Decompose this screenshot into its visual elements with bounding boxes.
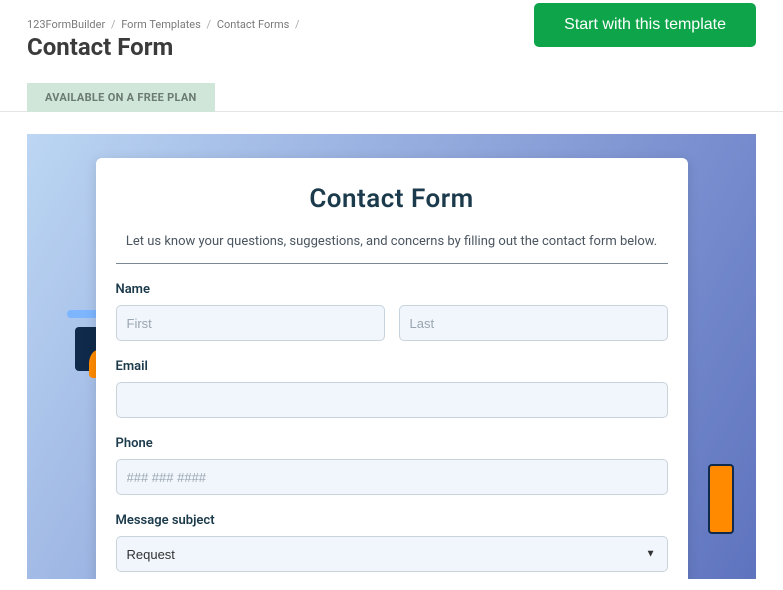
phone-input[interactable] (116, 459, 668, 495)
last-name-input[interactable] (399, 305, 668, 341)
subject-select[interactable]: Request (116, 536, 668, 572)
subject-label: Message subject (116, 513, 668, 528)
name-label: Name (116, 282, 668, 297)
email-field-group: Email (116, 359, 668, 418)
form-subtitle: Let us know your questions, suggestions,… (116, 234, 668, 264)
contact-form-card: Contact Form Let us know your questions,… (96, 158, 688, 579)
name-field: Name (116, 282, 668, 341)
breadcrumb-item-contact-forms[interactable]: Contact Forms (217, 18, 289, 31)
breadcrumb-sep: / (111, 18, 116, 31)
form-title: Contact Form (116, 184, 668, 214)
template-preview-frame[interactable]: Contact Form Let us know your questions,… (27, 134, 756, 579)
breadcrumb-item-root[interactable]: 123FormBuilder (27, 18, 105, 31)
email-input[interactable] (116, 382, 668, 418)
first-name-input[interactable] (116, 305, 385, 341)
phone-field-group: Phone (116, 436, 668, 495)
breadcrumb-item-templates[interactable]: Form Templates (121, 18, 201, 31)
breadcrumb-sep: / (207, 18, 212, 31)
start-with-template-button[interactable]: Start with this template (534, 3, 756, 47)
free-plan-badge: AVAILABLE ON A FREE PLAN (27, 83, 215, 112)
decoration-box (708, 464, 734, 534)
email-label: Email (116, 359, 668, 374)
page-title: Contact Form (27, 33, 303, 61)
breadcrumb-sep: / (295, 18, 300, 31)
subject-field-group: Message subject Request ▼ (116, 513, 668, 572)
decoration-right (708, 464, 734, 579)
breadcrumb: 123FormBuilder / Form Templates / Contac… (27, 18, 303, 31)
preview-canvas: Contact Form Let us know your questions,… (27, 134, 756, 579)
phone-label: Phone (116, 436, 668, 451)
